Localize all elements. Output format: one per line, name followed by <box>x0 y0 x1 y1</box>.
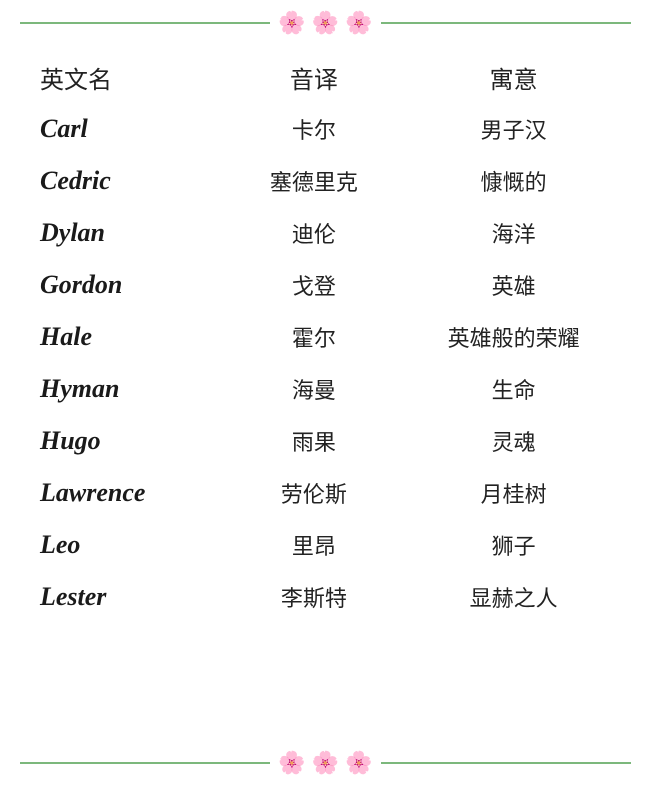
cell-meaning: 灵魂 <box>396 415 631 467</box>
divider-line-bottom-left <box>20 762 270 764</box>
cell-english: Hugo <box>20 415 231 467</box>
header-phonetic: 音译 <box>231 50 396 103</box>
table-row: Carl卡尔男子汉 <box>20 103 631 155</box>
cell-meaning: 生命 <box>396 363 631 415</box>
cell-english: Hale <box>20 311 231 363</box>
cell-english: Lawrence <box>20 467 231 519</box>
cell-meaning: 狮子 <box>396 519 631 571</box>
cell-english: Dylan <box>20 207 231 259</box>
cell-phonetic: 塞德里克 <box>231 155 396 207</box>
cell-english: Cedric <box>20 155 231 207</box>
table-body: Carl卡尔男子汉Cedric塞德里克慷慨的Dylan迪伦海洋Gordon戈登英… <box>20 103 631 623</box>
cell-phonetic: 迪伦 <box>231 207 396 259</box>
cell-english: Hyman <box>20 363 231 415</box>
cell-meaning: 英雄 <box>396 259 631 311</box>
cell-phonetic: 戈登 <box>231 259 396 311</box>
top-divider: 🌸 🌸 🌸 <box>20 12 631 34</box>
divider-line-right <box>381 22 631 24</box>
rose-icon-bottom-3: 🌸 <box>345 752 372 774</box>
rose-icon-2: 🌸 <box>312 12 339 34</box>
table-row: Hyman海曼生命 <box>20 363 631 415</box>
cell-phonetic: 雨果 <box>231 415 396 467</box>
header-english: 英文名 <box>20 50 231 103</box>
cell-meaning: 月桂树 <box>396 467 631 519</box>
cell-english: Gordon <box>20 259 231 311</box>
table-row: Lester李斯特显赫之人 <box>20 571 631 623</box>
cell-meaning: 海洋 <box>396 207 631 259</box>
rose-group-top: 🌸 🌸 🌸 <box>278 12 372 34</box>
rose-icon-1: 🌸 <box>278 12 305 34</box>
divider-line-left <box>20 22 270 24</box>
cell-phonetic: 卡尔 <box>231 103 396 155</box>
table-row: Gordon戈登英雄 <box>20 259 631 311</box>
rose-icon-bottom-1: 🌸 <box>278 752 305 774</box>
cell-english: Carl <box>20 103 231 155</box>
cell-english: Leo <box>20 519 231 571</box>
table-row: Lawrence劳伦斯月桂树 <box>20 467 631 519</box>
page-container: 🌸 🌸 🌸 英文名 音译 寓意 Carl卡尔男子汉Cedric塞德里克慷慨的Dy… <box>0 0 651 786</box>
table-row: Dylan迪伦海洋 <box>20 207 631 259</box>
cell-meaning: 慷慨的 <box>396 155 631 207</box>
table-row: Cedric塞德里克慷慨的 <box>20 155 631 207</box>
cell-meaning: 显赫之人 <box>396 571 631 623</box>
rose-icon-3: 🌸 <box>345 12 372 34</box>
names-table: 英文名 音译 寓意 Carl卡尔男子汉Cedric塞德里克慷慨的Dylan迪伦海… <box>20 50 631 623</box>
cell-phonetic: 海曼 <box>231 363 396 415</box>
cell-phonetic: 里昂 <box>231 519 396 571</box>
rose-icon-bottom-2: 🌸 <box>312 752 339 774</box>
table-row: Hugo雨果灵魂 <box>20 415 631 467</box>
cell-meaning: 英雄般的荣耀 <box>396 311 631 363</box>
table-row: Hale霍尔英雄般的荣耀 <box>20 311 631 363</box>
divider-line-bottom-right <box>381 762 631 764</box>
cell-phonetic: 李斯特 <box>231 571 396 623</box>
cell-meaning: 男子汉 <box>396 103 631 155</box>
cell-english: Lester <box>20 571 231 623</box>
table-header-row: 英文名 音译 寓意 <box>20 50 631 103</box>
bottom-divider: 🌸 🌸 🌸 <box>20 752 631 774</box>
header-meaning: 寓意 <box>396 50 631 103</box>
cell-phonetic: 劳伦斯 <box>231 467 396 519</box>
table-row: Leo里昂狮子 <box>20 519 631 571</box>
cell-phonetic: 霍尔 <box>231 311 396 363</box>
rose-group-bottom: 🌸 🌸 🌸 <box>278 752 372 774</box>
